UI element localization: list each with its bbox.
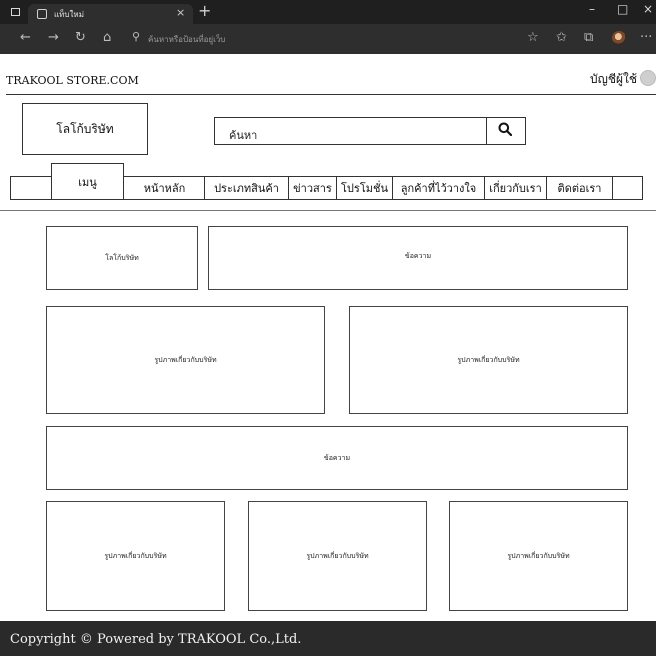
image-placeholder: รูปภาพเกี่ยวกับบริษัท <box>46 501 225 611</box>
account-link[interactable]: บัญชีผู้ใช้ <box>590 70 637 89</box>
search-input[interactable]: ค้นหา <box>214 117 526 145</box>
refresh-icon[interactable]: ↻ <box>75 30 86 45</box>
browser-tab[interactable]: แท็บใหม่ × <box>28 4 193 24</box>
main-nav: หน้าหลัก ประเภทสินค้า ข่าวสาร โปรโมชั่น … <box>10 163 643 200</box>
nav-item-home[interactable]: หน้าหลัก <box>125 177 205 199</box>
search-divider <box>486 118 487 144</box>
extensions-icon[interactable]: ⧉ <box>584 30 593 45</box>
image-placeholder-label: รูปภาพเกี่ยวกับบริษัท <box>507 551 570 560</box>
nav-item-about[interactable]: เกี่ยวกับเรา <box>485 177 547 199</box>
nav-item-categories[interactable]: ประเภทสินค้า <box>205 177 289 199</box>
address-bar[interactable]: ⚲ ค้นหาหรือป้อนที่อยู่เว็บ <box>128 29 548 49</box>
nav-item-contact[interactable]: ติดต่อเรา <box>547 177 613 199</box>
nav-item-promotions[interactable]: โปรโมชั่น <box>337 177 393 199</box>
more-icon[interactable]: ··· <box>640 30 652 45</box>
nav-item-label: ลูกค้าที่ไว้วางใจ <box>400 182 477 195</box>
content-text-label: ข้อความ <box>323 453 351 462</box>
image-placeholder-label: รูปภาพเกี่ยวกับบริษัท <box>457 355 520 364</box>
address-placeholder: ค้นหาหรือป้อนที่อยู่เว็บ <box>148 35 226 44</box>
menu-button[interactable]: เมนู <box>51 163 124 200</box>
content-text-label: ข้อความ <box>404 252 432 260</box>
nav-item-label: ข่าวสาร <box>293 182 332 195</box>
window-menu-icon[interactable] <box>11 8 20 16</box>
header-divider <box>6 94 656 95</box>
image-placeholder: รูปภาพเกี่ยวกับบริษัท <box>349 306 628 414</box>
favorites-icon[interactable]: ☆ <box>527 30 539 45</box>
nav-item-label: หน้าหลัก <box>143 182 186 195</box>
tab-close-button[interactable]: × <box>176 6 185 19</box>
collections-icon[interactable]: ✩ <box>556 30 567 45</box>
browser-toolbar: ← → ↻ ⌂ ⚲ ค้นหาหรือป้อนที่อยู่เว็บ ☆ ✩ ⧉… <box>0 24 656 54</box>
nav-item-label: ติดต่อเรา <box>557 182 602 195</box>
nav-item-label: เกี่ยวกับเรา <box>489 182 542 195</box>
nav-item-label: โปรโมชั่น <box>341 182 388 195</box>
content-logo-box: โลโก้บริษัท <box>46 226 198 290</box>
browser-titlebar: แท็บใหม่ × + – □ × <box>0 0 656 24</box>
image-placeholder: รูปภาพเกี่ยวกับบริษัท <box>248 501 427 611</box>
image-placeholder: รูปภาพเกี่ยวกับบริษัท <box>46 306 325 414</box>
company-logo-label: โลโก้บริษัท <box>56 121 114 136</box>
image-placeholder-label: รูปภาพเกี่ยวกับบริษัท <box>306 551 369 560</box>
footer-copyright: Copyright © Powered by TRAKOOL Co.,Ltd. <box>10 632 302 647</box>
page-icon <box>37 9 47 19</box>
content-text-box: ข้อความ <box>46 426 628 490</box>
nav-divider <box>0 210 656 211</box>
search-input-text: ค้นหา <box>229 129 258 142</box>
company-logo[interactable]: โลโก้บริษัท <box>22 103 148 155</box>
forward-icon[interactable]: → <box>48 30 59 45</box>
maximize-button[interactable]: □ <box>617 2 628 16</box>
minimize-button[interactable]: – <box>589 2 595 16</box>
site-name[interactable]: TRAKOOL STORE.COM <box>6 74 139 87</box>
tab-title: แท็บใหม่ <box>54 10 84 19</box>
content-logo-label: โลโก้บริษัท <box>105 253 139 262</box>
nav-item-trusted-customers[interactable]: ลูกค้าที่ไว้วางใจ <box>393 177 485 199</box>
image-placeholder-label: รูปภาพเกี่ยวกับบริษัท <box>104 551 167 560</box>
image-placeholder-label: รูปภาพเกี่ยวกับบริษัท <box>154 355 217 364</box>
close-window-button[interactable]: × <box>643 2 653 16</box>
nav-item-label: ประเภทสินค้า <box>214 182 279 195</box>
back-icon[interactable]: ← <box>20 30 31 45</box>
search-icon: ⚲ <box>132 30 141 43</box>
menu-button-label: เมนู <box>78 175 97 189</box>
magnifier-icon[interactable] <box>498 122 512 136</box>
footer: Copyright © Powered by TRAKOOL Co.,Ltd. <box>0 621 656 656</box>
new-tab-button[interactable]: + <box>198 1 211 20</box>
content-text-box: ข้อความ <box>208 226 628 290</box>
account-avatar-icon[interactable] <box>640 70 656 86</box>
nav-item-news[interactable]: ข่าวสาร <box>289 177 337 199</box>
image-placeholder: รูปภาพเกี่ยวกับบริษัท <box>449 501 628 611</box>
home-icon[interactable]: ⌂ <box>103 30 111 45</box>
profile-icon[interactable] <box>612 31 626 45</box>
